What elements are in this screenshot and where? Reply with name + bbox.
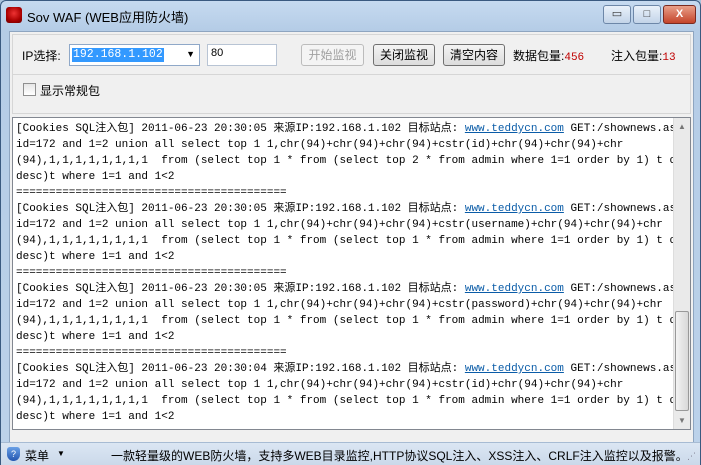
ip-value: 192.168.1.102 <box>72 48 164 62</box>
target-site-link[interactable]: www.teddycn.com <box>465 123 564 135</box>
log-entry-header: [Cookies SQL注入包] 2011-06-23 20:30:04 来源I… <box>16 361 683 377</box>
inject-value: 13 <box>662 52 676 64</box>
clear-content-button[interactable]: 清空内容 <box>443 44 505 66</box>
log-payload-line: desc)t where 1=1 and 1<2 <box>16 411 175 423</box>
log-separator: ========================================… <box>16 267 287 279</box>
ip-label: IP选择: <box>22 49 61 63</box>
title-bar: Sov WAF (WEB应用防火墙) ▭ □ X <box>1 1 700 29</box>
log-separator: ========================================… <box>16 187 287 199</box>
log-header-text: [Cookies SQL注入包] 2011-06-23 20:30:05 来源I… <box>16 123 465 135</box>
log-payload-line: desc)t where 1=1 and 1<2 <box>16 171 175 183</box>
status-message: 一款轻量级的WEB防火墙，支持多WEB目录监控,HTTP协议SQL注入、XSS注… <box>111 449 688 463</box>
log-entry-header: [Cookies SQL注入包] 2011-06-23 20:30:05 来源I… <box>16 281 683 297</box>
main-window: Sov WAF (WEB应用防火墙) ▭ □ X IP选择: 192.168.1… <box>0 0 701 465</box>
packets-count: 数据包量:456 <box>513 47 584 64</box>
log-entry-header: [Cookies SQL注入包] 2011-06-23 20:30:05 来源I… <box>16 201 683 217</box>
log-header-text: [Cookies SQL注入包] 2011-06-23 20:30:04 来源I… <box>16 363 465 375</box>
target-site-link[interactable]: www.teddycn.com <box>465 363 564 375</box>
log-payload-line: (94),1,1,1,1,1,1,1,1 from (select top 1 … <box>16 155 691 167</box>
log-payload-line: desc)t where 1=1 and 1<2 <box>16 251 175 263</box>
log-payload-line: id=172 and 1=2 union all select top 1 1,… <box>16 219 663 231</box>
inject-count: 注入包量:13 <box>611 47 676 64</box>
log-request-path: GET:/shownews.asp <box>563 363 683 375</box>
log-separator: ========================================… <box>16 425 671 429</box>
maximize-button[interactable]: □ <box>633 5 661 24</box>
app-icon <box>6 7 22 23</box>
scroll-down-icon[interactable]: ▼ <box>674 412 690 429</box>
vertical-scrollbar[interactable]: ▲ ▼ <box>673 118 690 429</box>
start-monitor-button[interactable]: 开始监视 <box>301 44 364 66</box>
close-button[interactable]: X <box>663 5 696 24</box>
log-header-text: [Cookies SQL注入包] 2011-06-23 20:30:05 来源I… <box>16 283 465 295</box>
window-title: Sov WAF (WEB应用防火墙) <box>27 10 189 25</box>
log-lines: [Cookies SQL注入包] 2011-06-23 20:30:05 来源I… <box>16 121 691 429</box>
control-panel: IP选择: 192.168.1.102 ▼ 80 开始监视 关闭监视 清空内容 … <box>12 34 691 114</box>
minimize-button[interactable]: ▭ <box>603 5 631 24</box>
log-payload-line: id=172 and 1=2 union all select top 1 1,… <box>16 379 624 391</box>
status-bar: ? 菜单 ▼ 一款轻量级的WEB防火墙，支持多WEB目录监控,HTTP协议SQL… <box>1 442 700 465</box>
ip-select[interactable]: 192.168.1.102 ▼ <box>69 44 200 66</box>
scroll-up-icon[interactable]: ▲ <box>674 118 690 135</box>
chevron-down-icon[interactable]: ▼ <box>186 49 195 59</box>
target-site-link[interactable]: www.teddycn.com <box>465 283 564 295</box>
menu-dropdown-icon[interactable]: ▼ <box>57 449 65 458</box>
log-request-path: GET:/shownews.asp <box>563 283 683 295</box>
log-separator: ========================================… <box>16 347 287 359</box>
show-normal-label[interactable]: 显示常规包 <box>40 82 100 99</box>
log-payload-line: (94),1,1,1,1,1,1,1,1 from (select top 1 … <box>16 315 691 327</box>
shield-icon[interactable]: ? <box>7 447 20 461</box>
log-textarea[interactable]: [Cookies SQL注入包] 2011-06-23 20:30:05 来源I… <box>12 117 691 430</box>
client-area: IP选择: 192.168.1.102 ▼ 80 开始监视 关闭监视 清空内容 … <box>9 31 694 445</box>
log-payload-line: desc)t where 1=1 and 1<2 <box>16 331 175 343</box>
target-site-link[interactable]: www.teddycn.com <box>465 203 564 215</box>
inject-label: 注入包量: <box>611 49 663 63</box>
log-entry-header: [Cookies SQL注入包] 2011-06-23 20:30:05 来源I… <box>16 121 683 137</box>
stop-monitor-button[interactable]: 关闭监视 <box>373 44 435 66</box>
log-payload-line: id=172 and 1=2 union all select top 1 1,… <box>16 299 663 311</box>
packets-value: 456 <box>564 52 585 64</box>
log-request-path: GET:/shownews.asp <box>563 123 683 135</box>
log-payload-line: id=172 and 1=2 union all select top 1 1,… <box>16 139 624 151</box>
log-request-path: GET:/shownews.asp <box>563 203 683 215</box>
divider <box>13 74 690 75</box>
show-normal-checkbox[interactable] <box>23 83 36 96</box>
log-header-text: [Cookies SQL注入包] 2011-06-23 20:30:05 来源I… <box>16 203 465 215</box>
log-payload-line: (94),1,1,1,1,1,1,1,1 from (select top 1 … <box>16 395 691 407</box>
port-input[interactable]: 80 <box>207 44 277 66</box>
log-payload-line: (94),1,1,1,1,1,1,1,1 from (select top 1 … <box>16 235 691 247</box>
menu-button[interactable]: 菜单 <box>25 447 49 464</box>
resize-grip-icon[interactable]: ⋰ <box>687 451 696 462</box>
packets-label: 数据包量: <box>513 49 565 63</box>
scroll-thumb[interactable] <box>675 311 689 411</box>
